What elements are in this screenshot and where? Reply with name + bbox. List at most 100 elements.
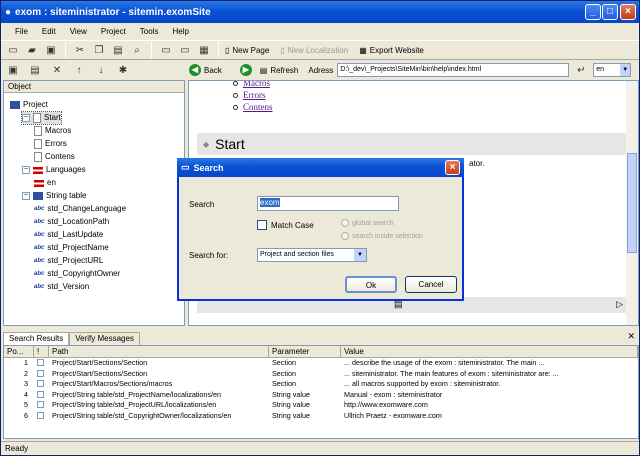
global-search-radio[interactable]: global search bbox=[341, 219, 394, 227]
link-contens[interactable]: Contens bbox=[243, 102, 273, 112]
copy-icon[interactable]: ❐ bbox=[91, 42, 107, 58]
vertical-scrollbar[interactable] bbox=[626, 81, 638, 325]
tree-item[interactable]: Errors bbox=[34, 138, 67, 150]
export-website-button[interactable]: ▦ Export Website bbox=[359, 46, 424, 55]
col-parameter[interactable]: Parameter bbox=[269, 346, 341, 357]
col-value[interactable]: Value bbox=[341, 346, 638, 357]
col-flag[interactable]: ! bbox=[34, 346, 49, 357]
row-checkbox[interactable] bbox=[37, 401, 44, 408]
address-input[interactable]: D:\_dev\_Projects\SiteMin\bin\help\index… bbox=[337, 63, 570, 77]
new-page-button[interactable]: ▯ New Page bbox=[225, 46, 269, 55]
new-file-icon[interactable]: ▭ bbox=[5, 42, 21, 58]
menu-tools[interactable]: Tools bbox=[140, 27, 159, 36]
dialog-close-button[interactable]: × bbox=[445, 160, 460, 175]
row-checkbox[interactable] bbox=[37, 380, 44, 387]
tree-item[interactable]: en bbox=[34, 177, 56, 189]
settings-icon[interactable]: ▦ bbox=[196, 42, 212, 58]
find-icon[interactable]: ⌕ bbox=[129, 42, 145, 58]
table-row[interactable]: 6 Project/String table/std_CopyrightOwner… bbox=[4, 411, 638, 422]
doc-icon bbox=[34, 139, 42, 149]
table-row[interactable]: 1 Project/Start/Sections/Section Section..… bbox=[4, 358, 638, 369]
close-button[interactable]: × bbox=[620, 4, 636, 20]
refresh-button[interactable]: ▤ Refresh bbox=[260, 66, 299, 75]
app-icon: ● bbox=[5, 6, 12, 18]
collapse-icon[interactable]: − bbox=[22, 114, 30, 122]
link-errors[interactable]: Errors bbox=[243, 90, 266, 100]
save-icon[interactable]: ▣ bbox=[43, 42, 59, 58]
cancel-button[interactable]: Cancel bbox=[405, 276, 457, 293]
tree-item[interactable]: abc std_Version bbox=[34, 281, 89, 293]
ok-button[interactable]: Ok bbox=[345, 276, 397, 293]
window2-icon[interactable]: ▭ bbox=[177, 42, 193, 58]
row-checkbox[interactable] bbox=[37, 369, 44, 377]
string-icon: abc bbox=[34, 271, 45, 277]
menu-help[interactable]: Help bbox=[172, 27, 188, 36]
row-checkbox[interactable] bbox=[37, 390, 44, 398]
language-select[interactable]: en ▼ bbox=[593, 63, 632, 77]
link-macros[interactable]: Macros bbox=[243, 81, 270, 88]
collapse-icon[interactable]: − bbox=[22, 192, 30, 200]
pin-icon[interactable]: ✱ bbox=[115, 62, 131, 78]
row-checkbox[interactable] bbox=[37, 411, 44, 419]
table-row[interactable]: 2 Project/Start/Sections/Section Section..… bbox=[4, 369, 638, 380]
move-down-icon[interactable]: ↓ bbox=[93, 62, 109, 78]
search-inside-radio[interactable]: search inside selection bbox=[341, 232, 423, 240]
dialog-title-bar[interactable]: ▭ Search bbox=[177, 158, 464, 177]
paste-icon[interactable]: ▤ bbox=[110, 42, 126, 58]
scrollbar-thumb[interactable] bbox=[627, 153, 637, 253]
back-button[interactable]: ◀ Back bbox=[189, 64, 222, 76]
cut-icon[interactable]: ✂ bbox=[72, 42, 88, 58]
tree-item[interactable]: Contens bbox=[34, 151, 75, 163]
menu-edit[interactable]: Edit bbox=[42, 27, 56, 36]
page-icon: ▯ bbox=[225, 45, 230, 55]
back-arrow-icon: ◀ bbox=[189, 64, 201, 76]
open-folder-icon[interactable]: ▰ bbox=[24, 42, 40, 58]
collapse-icon[interactable]: − bbox=[22, 166, 30, 174]
tree-item[interactable]: abc std_ProjectURL bbox=[34, 255, 103, 267]
col-position[interactable]: Po... bbox=[4, 346, 34, 357]
next-page-icon[interactable]: ▷ bbox=[616, 299, 623, 310]
move-up-icon[interactable]: ↑ bbox=[71, 62, 87, 78]
maximize-button[interactable]: □ bbox=[602, 4, 618, 20]
tree-item[interactable]: abc std_ProjectName bbox=[34, 242, 109, 254]
table-row[interactable]: 5 Project/String table/std_ProjectURL/loc… bbox=[4, 400, 638, 411]
tree-item[interactable]: abc std_LocationPath bbox=[34, 216, 109, 228]
delete-icon[interactable]: ✕ bbox=[49, 62, 65, 78]
menu-file[interactable]: File bbox=[15, 27, 28, 36]
title-bar[interactable]: ● exom : siteministrator - sitemin.exomS… bbox=[1, 1, 639, 23]
row-checkbox[interactable] bbox=[37, 359, 44, 366]
tree-item[interactable]: − Start bbox=[21, 111, 62, 125]
table-row[interactable]: 4 Project/String table/std_ProjectName/lo… bbox=[4, 390, 638, 401]
search-input[interactable]: exom bbox=[257, 196, 399, 211]
cell-parameter: String value bbox=[272, 400, 310, 409]
tab-search-results[interactable]: Search Results bbox=[3, 332, 70, 345]
search-for-select[interactable]: Project and section files ▼ bbox=[257, 248, 367, 262]
match-case-checkbox[interactable]: Match Case bbox=[257, 220, 314, 230]
table-row[interactable]: 3 Project/Start/Macros/Sections/macros Sec… bbox=[4, 379, 638, 390]
tree-item[interactable]: Project bbox=[10, 99, 48, 111]
cell-position: 2 bbox=[24, 368, 28, 378]
tree-view-icon[interactable]: ▣ bbox=[5, 62, 21, 78]
tree-item[interactable]: − String table bbox=[22, 190, 86, 202]
cell-position: 5 bbox=[24, 400, 28, 409]
col-path[interactable]: Path bbox=[49, 346, 269, 357]
go-icon[interactable]: ↵ bbox=[573, 62, 589, 78]
checkbox-box bbox=[257, 220, 267, 230]
section-heading-text: Start bbox=[215, 136, 245, 152]
tab-verify-messages[interactable]: Verify Messages bbox=[69, 332, 140, 345]
window-icon[interactable]: ▭ bbox=[158, 42, 174, 58]
tree-item[interactable]: abc std_ChangeLanguage bbox=[34, 203, 126, 215]
tree-item[interactable]: − Languages bbox=[22, 164, 86, 176]
cell-value: http://www.exomware.com bbox=[344, 400, 428, 409]
tree-item[interactable]: abc std_LastUpdate bbox=[34, 229, 103, 241]
minimize-button[interactable]: _ bbox=[585, 4, 601, 20]
bullet-icon bbox=[233, 81, 238, 86]
forward-button[interactable]: ▶ bbox=[239, 64, 252, 76]
menu-view[interactable]: View bbox=[70, 27, 87, 36]
menu-project[interactable]: Project bbox=[101, 27, 126, 36]
tree-item[interactable]: Macros bbox=[34, 125, 71, 137]
tree-item[interactable]: abc std_CopyrightOwner bbox=[34, 268, 120, 280]
list-view-icon[interactable]: ▤ bbox=[27, 62, 43, 78]
new-localization-button[interactable]: ▯ New Localization bbox=[280, 46, 348, 55]
close-icon[interactable]: ✕ bbox=[627, 331, 635, 342]
